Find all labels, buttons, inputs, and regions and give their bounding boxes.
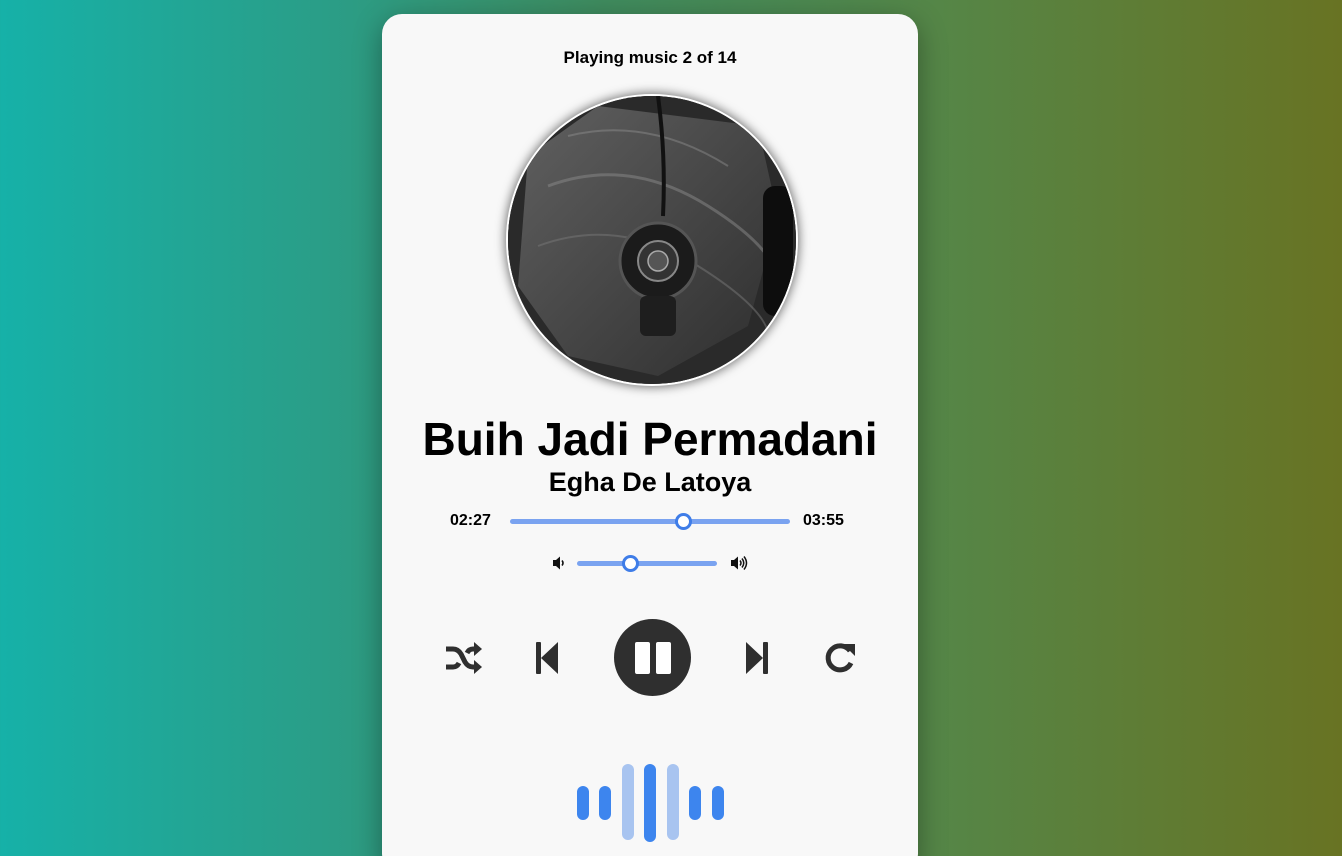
pause-button[interactable] [614, 619, 691, 696]
volume-slider[interactable] [577, 555, 717, 572]
shuffle-button[interactable] [443, 638, 483, 678]
pause-icon [634, 641, 671, 674]
volume-low-icon[interactable] [552, 555, 570, 571]
volume-slider-thumb[interactable] [621, 555, 639, 572]
visualizer-bar [644, 764, 656, 842]
current-time: 02:27 [450, 512, 491, 529]
visualizer-bar [712, 786, 724, 820]
album-art-image [508, 96, 796, 384]
visualizer-bar [577, 786, 589, 820]
next-button[interactable] [742, 638, 772, 678]
skip-next-icon [746, 642, 768, 674]
skip-previous-icon [536, 642, 558, 674]
visualizer-bar [599, 786, 611, 820]
song-title: Buih Jadi Permadani [422, 413, 878, 465]
duration-time: 03:55 [803, 512, 844, 529]
audio-visualizer [382, 754, 918, 844]
volume-high-icon[interactable] [730, 555, 748, 571]
visualizer-bar [667, 764, 679, 840]
previous-button[interactable] [532, 638, 562, 678]
album-cover [508, 96, 796, 384]
music-player-card: Playing music 2 of 14 Buih Jadi Permadan… [382, 14, 918, 856]
playing-status: Playing music 2 of 14 [563, 48, 737, 67]
visualizer-bar [622, 764, 634, 840]
repeat-button[interactable] [820, 638, 860, 678]
shuffle-icon [446, 642, 482, 674]
progress-slider[interactable] [510, 513, 790, 530]
visualizer-bar [689, 786, 701, 820]
progress-slider-thumb[interactable] [675, 513, 693, 530]
repeat-icon [825, 643, 855, 673]
artist-name: Egha De Latoya [548, 467, 752, 497]
